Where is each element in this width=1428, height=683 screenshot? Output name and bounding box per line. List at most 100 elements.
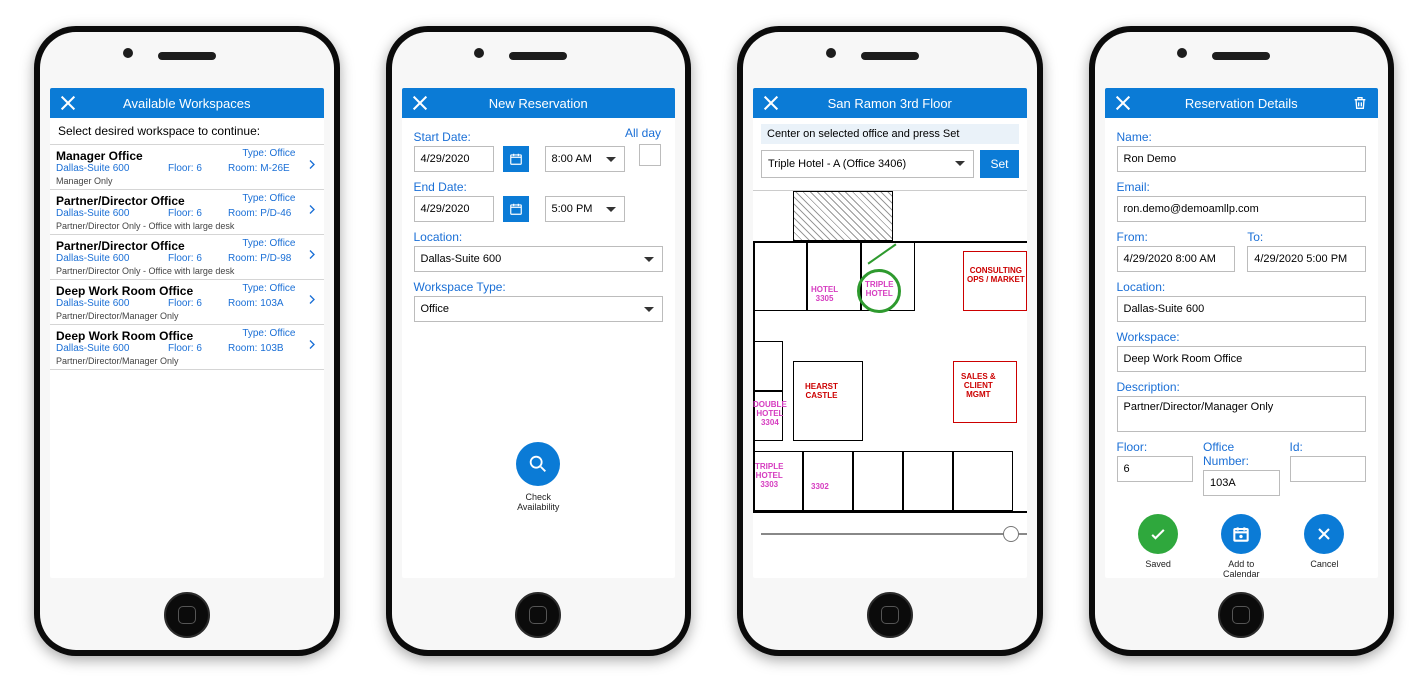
camera-dot bbox=[826, 48, 836, 58]
workspace-room: Room: 103B bbox=[228, 343, 284, 354]
selection-highlight-icon bbox=[857, 269, 901, 313]
workspace-location: Dallas-Suite 600 bbox=[56, 208, 129, 219]
room-label: CONSULTING OPS / MARKET bbox=[967, 267, 1025, 285]
workspace-desc: Manager Only bbox=[56, 176, 318, 186]
location-label: Location: bbox=[414, 230, 664, 244]
delete-button[interactable] bbox=[1348, 88, 1372, 118]
calendar-icon[interactable] bbox=[503, 146, 529, 172]
saved-button[interactable] bbox=[1138, 514, 1178, 554]
ios-status-bar bbox=[402, 72, 676, 88]
cancel-label: Cancel bbox=[1310, 559, 1338, 569]
workspace-floor: Floor: 6 bbox=[168, 298, 202, 309]
workspace-row[interactable]: Deep Work Room Office Type: Office Dalla… bbox=[50, 325, 324, 370]
room-label: HEARST CASTLE bbox=[805, 383, 838, 401]
workspace-row[interactable]: Partner/Director Office Type: Office Dal… bbox=[50, 235, 324, 280]
add-to-calendar-button[interactable] bbox=[1221, 514, 1261, 554]
slider-thumb-icon[interactable] bbox=[1003, 526, 1019, 542]
floor-field[interactable]: 6 bbox=[1117, 456, 1194, 482]
workspace-type: Type: Office bbox=[242, 238, 295, 249]
appbar: San Ramon 3rd Floor bbox=[753, 88, 1027, 118]
ios-status-bar bbox=[1105, 72, 1379, 88]
end-time-select[interactable]: 5:00 PM bbox=[545, 196, 625, 222]
workspace-type: Type: Office bbox=[242, 283, 295, 294]
workspace-location: Dallas-Suite 600 bbox=[56, 343, 129, 354]
start-time-select[interactable]: 8:00 AM bbox=[545, 146, 625, 172]
cancel-button[interactable] bbox=[1304, 514, 1344, 554]
end-date-field[interactable]: 4/29/2020 bbox=[414, 196, 494, 222]
office-number-label: Office Number: bbox=[1203, 440, 1280, 468]
room-label: SALES & CLIENT MGMT bbox=[961, 373, 996, 399]
camera-dot bbox=[1177, 48, 1187, 58]
id-field[interactable] bbox=[1290, 456, 1367, 482]
page-title: San Ramon 3rd Floor bbox=[753, 96, 1027, 111]
workspace-field[interactable]: Deep Work Room Office bbox=[1117, 346, 1367, 372]
phone-available-workspaces: Available Workspaces Select desired work… bbox=[34, 26, 340, 656]
phone-new-reservation: New Reservation Start Date: All day 4/29… bbox=[386, 26, 692, 656]
location-select[interactable]: Dallas-Suite 600 bbox=[414, 246, 664, 272]
workspace-room: Room: 103A bbox=[228, 298, 284, 309]
appbar: New Reservation bbox=[402, 88, 676, 118]
workspace-row[interactable]: Deep Work Room Office Type: Office Dalla… bbox=[50, 280, 324, 325]
home-button[interactable] bbox=[164, 592, 210, 638]
check-availability-button[interactable] bbox=[516, 442, 560, 486]
all-day-label: All day bbox=[625, 126, 661, 140]
workspace-type: Type: Office bbox=[242, 328, 295, 339]
workspace-type: Type: Office bbox=[242, 193, 295, 204]
page-title: Available Workspaces bbox=[50, 96, 324, 111]
floor-plan-canvas[interactable]: HOTEL 3305 TRIPLE HOTEL CONSULTING OPS /… bbox=[753, 190, 1027, 550]
floor-label: Floor: bbox=[1117, 440, 1194, 454]
workspace-type: Type: Office bbox=[242, 148, 295, 159]
description-field[interactable]: Partner/Director/Manager Only bbox=[1117, 396, 1367, 432]
calendar-icon[interactable] bbox=[503, 196, 529, 222]
workspace-room: Room: P/D-98 bbox=[228, 253, 291, 264]
room-label: TRIPLE HOTEL 3303 bbox=[755, 463, 783, 489]
workspace-desc: Partner/Director Only - Office with larg… bbox=[56, 266, 318, 276]
chevron-right-icon bbox=[304, 202, 320, 223]
workspace-desc: Partner/Director Only - Office with larg… bbox=[56, 221, 318, 231]
phone-floor-plan: San Ramon 3rd Floor Center on selected o… bbox=[737, 26, 1043, 656]
workspace-label: Workspace: bbox=[1117, 330, 1367, 344]
workspace-desc: Partner/Director/Manager Only bbox=[56, 311, 318, 321]
home-button[interactable] bbox=[515, 592, 561, 638]
floorplan-hint: Center on selected office and press Set bbox=[761, 124, 1019, 144]
workspace-row[interactable]: Manager Office Type: Office Dallas-Suite… bbox=[50, 145, 324, 190]
office-number-field[interactable]: 103A bbox=[1203, 470, 1280, 496]
workspace-type-select[interactable]: Office bbox=[414, 296, 664, 322]
room-label: 3302 bbox=[811, 483, 829, 492]
page-title: Reservation Details bbox=[1105, 96, 1379, 111]
workspace-location: Dallas-Suite 600 bbox=[56, 163, 129, 174]
workspace-location: Dallas-Suite 600 bbox=[56, 298, 129, 309]
phone-reservation-details: Reservation Details Name: Ron Demo Email… bbox=[1089, 26, 1395, 656]
workspace-floor: Floor: 6 bbox=[168, 208, 202, 219]
chevron-right-icon bbox=[304, 247, 320, 268]
home-button[interactable] bbox=[1218, 592, 1264, 638]
email-field[interactable]: ron.demo@demoamllp.com bbox=[1117, 196, 1367, 222]
calendar-add-icon bbox=[1231, 524, 1251, 544]
ios-status-bar bbox=[753, 72, 1027, 88]
camera-dot bbox=[474, 48, 484, 58]
home-button[interactable] bbox=[867, 592, 913, 638]
from-field[interactable]: 4/29/2020 8:00 AM bbox=[1117, 246, 1236, 272]
earpiece bbox=[158, 52, 216, 60]
to-label: To: bbox=[1247, 230, 1366, 244]
workspace-row[interactable]: Partner/Director Office Type: Office Dal… bbox=[50, 190, 324, 235]
location-field[interactable]: Dallas-Suite 600 bbox=[1117, 296, 1367, 322]
check-availability-label: Check Availability bbox=[414, 492, 664, 512]
appbar: Available Workspaces bbox=[50, 88, 324, 118]
zoom-slider[interactable] bbox=[761, 524, 1019, 544]
to-field[interactable]: 4/29/2020 5:00 PM bbox=[1247, 246, 1366, 272]
start-date-field[interactable]: 4/29/2020 bbox=[414, 146, 494, 172]
page-title: New Reservation bbox=[402, 96, 676, 111]
subheader: Select desired workspace to continue: bbox=[50, 118, 324, 145]
workspace-floor: Floor: 6 bbox=[168, 163, 202, 174]
set-button[interactable]: Set bbox=[980, 150, 1018, 178]
all-day-checkbox[interactable] bbox=[639, 144, 661, 166]
earpiece bbox=[1212, 52, 1270, 60]
id-label: Id: bbox=[1290, 440, 1367, 454]
workspace-room: Room: M-26E bbox=[228, 163, 290, 174]
earpiece bbox=[509, 52, 567, 60]
name-field[interactable]: Ron Demo bbox=[1117, 146, 1367, 172]
office-select[interactable]: Triple Hotel - A (Office 3406) bbox=[761, 150, 974, 178]
workspace-location: Dallas-Suite 600 bbox=[56, 253, 129, 264]
saved-label: Saved bbox=[1145, 559, 1171, 569]
